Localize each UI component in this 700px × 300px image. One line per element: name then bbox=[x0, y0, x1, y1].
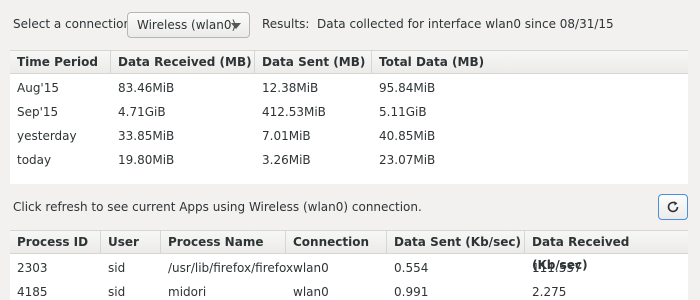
table-cell: 23.07MiB bbox=[379, 153, 436, 167]
table-cell: 111.557 bbox=[532, 261, 582, 275]
table-cell: 95.84MiB bbox=[379, 81, 436, 95]
table-cell: 19.80MiB bbox=[118, 153, 175, 167]
connection-dropdown-value: Wireless (wlan0) bbox=[137, 18, 237, 32]
select-connection-label: Select a connection bbox=[13, 17, 132, 31]
column-header[interactable]: Data Sent (MB) bbox=[255, 51, 372, 74]
table-cell: 412.53MiB bbox=[262, 105, 326, 119]
table-cell: Sep'15 bbox=[17, 105, 59, 119]
table-cell: 2.275 bbox=[532, 285, 567, 299]
column-header[interactable]: Data Received (Kb/sec) bbox=[525, 231, 688, 272]
table-cell: 83.46MiB bbox=[118, 81, 175, 95]
table-cell: 2303 bbox=[17, 261, 48, 275]
table-cell: 4.71GiB bbox=[118, 105, 166, 119]
table-cell: today bbox=[17, 153, 52, 167]
table-cell: 0.554 bbox=[394, 261, 429, 275]
table-cell: wlan0 bbox=[293, 261, 329, 275]
results-text: Data collected for interface wlan0 since… bbox=[317, 17, 614, 31]
refresh-hint-text: Click refresh to see current Apps using … bbox=[13, 200, 422, 214]
connection-dropdown[interactable]: Wireless (wlan0) bbox=[127, 12, 250, 38]
chevron-down-icon bbox=[231, 23, 241, 29]
table-cell: 7.01MiB bbox=[262, 129, 311, 143]
table-cell: 0.991 bbox=[394, 285, 429, 299]
table-cell: wlan0 bbox=[293, 285, 329, 299]
column-header[interactable]: Time Period bbox=[10, 51, 111, 74]
results-label: Results: bbox=[262, 17, 310, 31]
column-header[interactable]: User bbox=[101, 231, 161, 254]
table-cell: 4185 bbox=[17, 285, 48, 299]
column-header[interactable]: Data Sent (Kb/sec) bbox=[387, 231, 525, 254]
column-header[interactable]: Total Data (MB) bbox=[372, 51, 688, 74]
table-cell: /usr/lib/firefox/firefox bbox=[168, 261, 294, 275]
table-cell: sid bbox=[108, 285, 126, 299]
table-cell: 5.11GiB bbox=[379, 105, 427, 119]
connection-bar: Select a connection Wireless (wlan0) Res… bbox=[0, 0, 700, 50]
table-cell: 33.85MiB bbox=[118, 129, 175, 143]
column-header[interactable]: Data Received (MB) bbox=[111, 51, 255, 74]
column-header[interactable]: Process ID bbox=[10, 231, 101, 254]
apps-table: Process ID User Process Name Connection … bbox=[10, 230, 688, 300]
network-monitor-window: Select a connection Wireless (wlan0) Res… bbox=[0, 0, 700, 300]
usage-table-header: Time Period Data Received (MB) Data Sent… bbox=[10, 51, 688, 74]
column-header[interactable]: Process Name bbox=[161, 231, 286, 254]
apps-table-header: Process ID User Process Name Connection … bbox=[10, 231, 688, 272]
table-cell: yesterday bbox=[17, 129, 77, 143]
refresh-icon bbox=[667, 201, 679, 213]
table-cell: 40.85MiB bbox=[379, 129, 436, 143]
table-cell: midori bbox=[168, 285, 207, 299]
column-header[interactable]: Connection bbox=[286, 231, 387, 254]
table-cell: 12.38MiB bbox=[262, 81, 319, 95]
table-cell: Aug'15 bbox=[17, 81, 59, 95]
table-cell: 3.26MiB bbox=[262, 153, 311, 167]
table-cell: sid bbox=[108, 261, 126, 275]
refresh-button[interactable] bbox=[658, 194, 688, 220]
usage-table: Time Period Data Received (MB) Data Sent… bbox=[10, 50, 688, 184]
